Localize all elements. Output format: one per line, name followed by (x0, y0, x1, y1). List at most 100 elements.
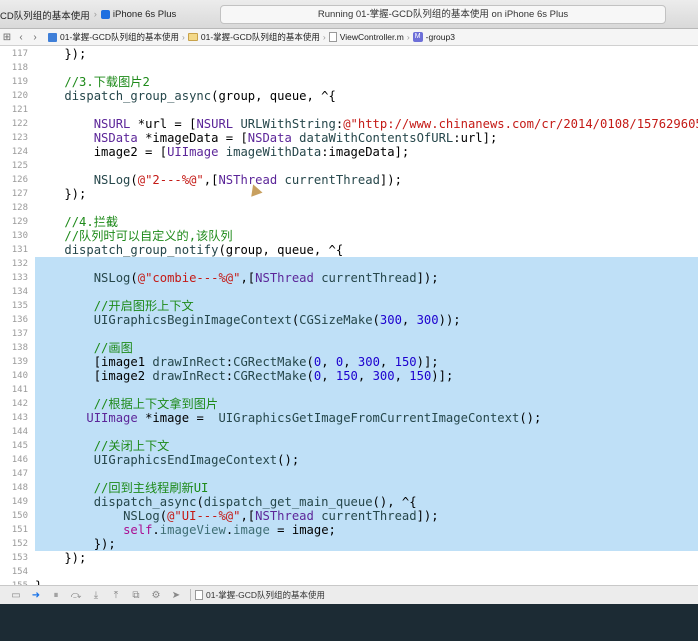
code-line[interactable]: 138 //画图 (0, 341, 698, 355)
code-text[interactable]: }); (35, 187, 86, 201)
step-over-icon[interactable]: ⤼ (66, 590, 86, 601)
code-line[interactable]: 136 UIGraphicsBeginImageContext(CGSizeMa… (0, 313, 698, 327)
memory-graph-icon[interactable]: ⚙ (146, 590, 166, 601)
code-line[interactable]: 149 dispatch_async(dispatch_get_main_que… (0, 495, 698, 509)
code-text[interactable]: NSData *imageData = [NSData dataWithCont… (35, 131, 498, 145)
code-line[interactable]: 144 (0, 425, 698, 439)
code-line[interactable]: 131 dispatch_group_notify(group, queue, … (0, 243, 698, 257)
code-text[interactable]: NSLog(@"UI---%@",[NSThread currentThread… (35, 509, 439, 523)
code-line[interactable]: 140 [image2 drawInRect:CGRectMake(0, 150… (0, 369, 698, 383)
code-line[interactable]: 119 //3.下载图片2 (0, 75, 698, 89)
line-number: 154 (11, 567, 28, 577)
code-line[interactable]: 126 NSLog(@"2---%@",[NSThread currentThr… (0, 173, 698, 187)
code-line[interactable]: 142 //根据上下文拿到图片 (0, 397, 698, 411)
code-line[interactable]: 132 (0, 257, 698, 271)
jumpbar-group-label: 01-掌握-GCD队列组的基本使用 (200, 32, 320, 42)
line-number: 127 (11, 189, 28, 199)
code-line[interactable]: 139 [image1 drawInRect:CGRectMake(0, 0, … (0, 355, 698, 369)
code-line[interactable]: 125 (0, 159, 698, 173)
code-text[interactable]: //关闭上下文 (35, 439, 170, 453)
hide-debug-area-icon[interactable]: ▭ (6, 590, 26, 601)
code-line[interactable]: 118 (0, 61, 698, 75)
code-line[interactable]: 127 }); (0, 187, 698, 201)
code-line[interactable]: 150 NSLog(@"UI---%@",[NSThread currentTh… (0, 509, 698, 523)
code-text[interactable]: [image2 drawInRect:CGRectMake(0, 150, 30… (35, 369, 454, 383)
code-line[interactable]: 120 dispatch_group_async(group, queue, ^… (0, 89, 698, 103)
jumpbar-file-label: ViewController.m (339, 32, 404, 42)
code-text[interactable]: dispatch_group_async(group, queue, ^{ (35, 89, 336, 103)
activity-viewer: Running 01-掌握-GCD队列组的基本使用 on iPhone 6s P… (220, 5, 666, 24)
code-line[interactable]: 135 //开启图形上下文 (0, 299, 698, 313)
selection-highlight (35, 425, 698, 439)
code-text[interactable]: NSLog(@"combie---%@",[NSThread currentTh… (35, 271, 439, 285)
code-line[interactable]: 117 }); (0, 47, 698, 61)
code-text[interactable]: //4.拦截 (35, 215, 118, 229)
code-text[interactable]: //队列时可以自定义的,该队列 (35, 229, 232, 243)
code-line[interactable]: 129 //4.拦截 (0, 215, 698, 229)
code-line[interactable]: 134 (0, 285, 698, 299)
step-out-icon[interactable]: ⤒ (106, 590, 126, 601)
selection-highlight (35, 383, 698, 397)
code-text[interactable]: UIImage *image = UIGraphicsGetImageFromC… (35, 411, 541, 425)
scheme-selector[interactable]: CD队列组的基本使用 › iPhone 6s Plus (0, 6, 176, 23)
code-line[interactable]: 152 }); (0, 537, 698, 551)
line-number: 135 (11, 301, 28, 311)
code-line[interactable]: 154 (0, 565, 698, 579)
code-text[interactable]: image2 = [UIImage imageWithData:imageDat… (35, 145, 410, 159)
code-text[interactable]: NSURL *url = [NSURL URLWithString:@"http… (35, 117, 698, 131)
code-line[interactable]: 123 NSData *imageData = [NSData dataWith… (0, 131, 698, 145)
code-text[interactable]: dispatch_group_notify(group, queue, ^{ (35, 243, 343, 257)
debug-target-label: 01-掌握-GCD队列组的基本使用 (206, 590, 326, 600)
jumpbar-project[interactable]: 01-掌握-GCD队列组的基本使用 (48, 31, 179, 43)
code-line[interactable]: 146 UIGraphicsEndImageContext(); (0, 453, 698, 467)
code-line[interactable]: 122 NSURL *url = [NSURL URLWithString:@"… (0, 117, 698, 131)
line-number: 129 (11, 217, 28, 227)
code-text[interactable]: //开启图形上下文 (35, 299, 194, 313)
code-text[interactable]: //3.下载图片2 (35, 75, 149, 89)
line-number: 138 (11, 343, 28, 353)
code-text[interactable]: }); (35, 551, 86, 565)
pause-icon[interactable]: ⏸ (46, 590, 66, 601)
source-editor[interactable]: 117 }); 118 119 //3.下载图片2 120 dispatch_grou… (0, 46, 698, 585)
console-area[interactable] (0, 604, 698, 641)
code-text[interactable]: self.imageView.image = image; (35, 523, 336, 537)
code-line[interactable]: 148 //回到主线程刷新UI (0, 481, 698, 495)
code-line[interactable]: 130 //队列时可以自定义的,该队列 (0, 229, 698, 243)
code-text[interactable]: dispatch_async(dispatch_get_main_queue()… (35, 495, 417, 509)
code-text[interactable]: NSLog(@"2---%@",[NSThread currentThread]… (35, 173, 402, 187)
code-line[interactable]: 141 (0, 383, 698, 397)
jumpbar-group[interactable]: 01-掌握-GCD队列组的基本使用 (187, 31, 320, 43)
breakpoints-toggle-icon[interactable]: ➜ (26, 590, 46, 601)
related-items-icon[interactable]: ⊞ (0, 32, 14, 43)
code-line[interactable]: 128 (0, 201, 698, 215)
back-icon[interactable]: ‹ (14, 32, 28, 43)
code-line[interactable]: 147 (0, 467, 698, 481)
forward-icon[interactable]: › (28, 32, 42, 43)
code-text[interactable]: }); (35, 47, 86, 61)
code-line[interactable]: 121 (0, 103, 698, 117)
code-text[interactable]: UIGraphicsEndImageContext(); (35, 453, 299, 467)
line-number: 149 (11, 497, 28, 507)
code-text[interactable]: //画图 (35, 341, 133, 355)
code-text[interactable]: //回到主线程刷新UI (35, 481, 209, 495)
code-line[interactable]: 133 NSLog(@"combie---%@",[NSThread curre… (0, 271, 698, 285)
line-number: 118 (11, 63, 28, 73)
jumpbar-symbol[interactable]: M -group3 (412, 32, 455, 42)
chevron-right-icon: › (93, 9, 97, 20)
line-number: 131 (11, 245, 28, 255)
view-hierarchy-icon[interactable]: ⧉ (126, 590, 146, 601)
code-line[interactable]: 153 }); (0, 551, 698, 565)
location-icon[interactable]: ➤ (166, 590, 186, 601)
code-line[interactable]: 124 image2 = [UIImage imageWithData:imag… (0, 145, 698, 159)
code-line[interactable]: 145 //关闭上下文 (0, 439, 698, 453)
code-text[interactable]: //根据上下文拿到图片 (35, 397, 218, 411)
code-line[interactable]: 143 UIImage *image = UIGraphicsGetImageF… (0, 411, 698, 425)
step-in-icon[interactable]: ⤓ (86, 590, 106, 601)
code-text[interactable]: [image1 drawInRect:CGRectMake(0, 0, 300,… (35, 355, 439, 369)
jumpbar-file[interactable]: ViewController.m (328, 32, 404, 42)
code-text[interactable]: }); (35, 537, 116, 551)
code-line[interactable]: 151 self.imageView.image = image; (0, 523, 698, 537)
code-text[interactable]: UIGraphicsBeginImageContext(CGSizeMake(3… (35, 313, 461, 327)
file-icon (328, 32, 337, 42)
code-line[interactable]: 137 (0, 327, 698, 341)
